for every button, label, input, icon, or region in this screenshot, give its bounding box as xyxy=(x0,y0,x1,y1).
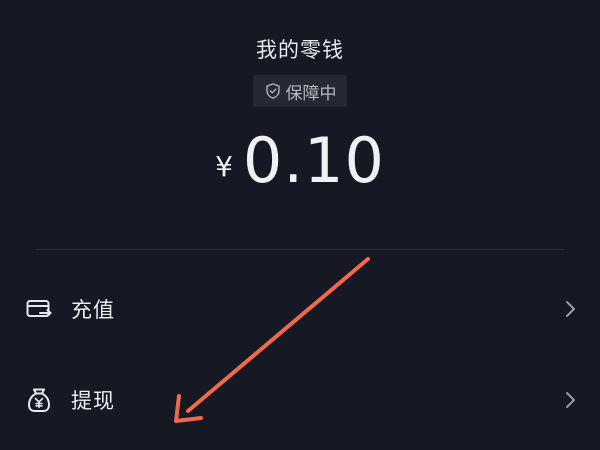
wallet-screen: 我的零钱 保障中 ¥ 0.10 充值 提现 xyxy=(0,0,600,450)
shield-check-icon xyxy=(265,83,280,99)
menu-item-label: 充值 xyxy=(71,298,115,322)
recharge-card-icon xyxy=(26,300,52,317)
chevron-right-icon xyxy=(566,392,575,408)
page-title: 我的零钱 xyxy=(256,38,344,62)
menu-item-label: 提现 xyxy=(71,389,115,413)
balance-value: 0.10 xyxy=(242,123,385,197)
money-bag-icon xyxy=(28,388,50,412)
badge-label: 保障中 xyxy=(285,83,337,104)
protection-badge[interactable]: 保障中 xyxy=(253,75,347,107)
balance-display: ¥ 0.10 xyxy=(0,120,600,200)
menu-item-withdraw[interactable]: 提现 xyxy=(0,370,600,430)
currency-symbol: ¥ xyxy=(215,149,233,183)
chevron-right-icon xyxy=(566,301,575,317)
menu-item-recharge[interactable]: 充值 xyxy=(0,279,600,339)
divider xyxy=(36,249,564,250)
